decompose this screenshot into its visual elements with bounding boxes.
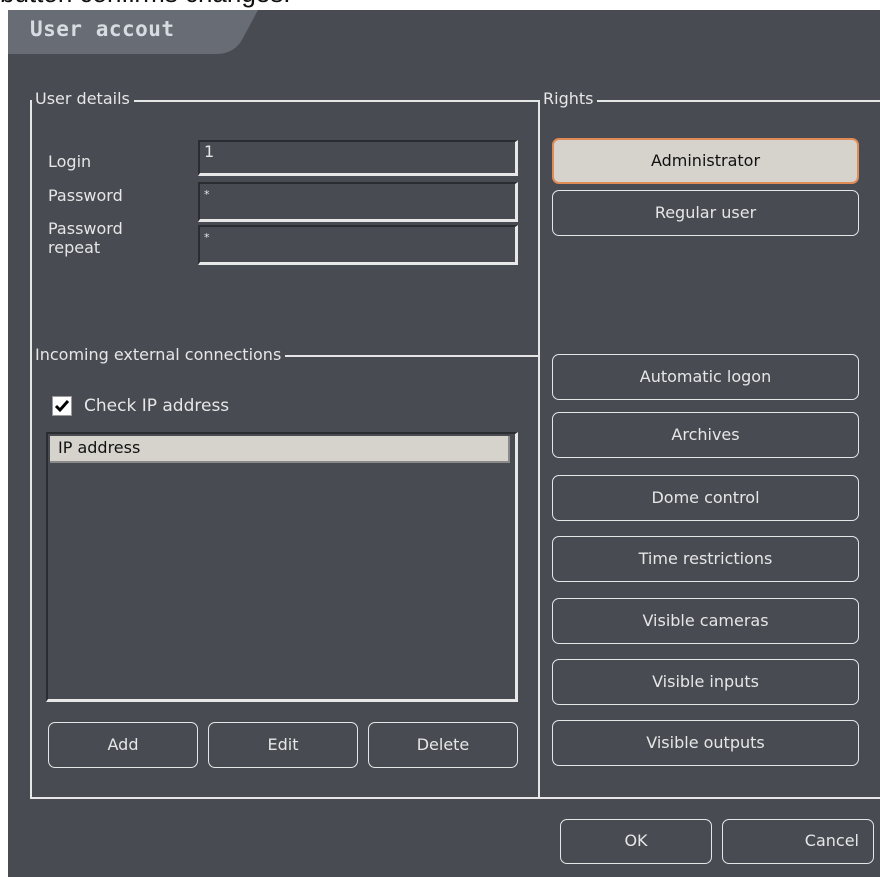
ip-address-column-header[interactable]: IP address xyxy=(50,436,510,463)
delete-button[interactable]: Delete xyxy=(368,722,518,768)
login-label: Login xyxy=(48,152,92,171)
edit-button[interactable]: Edit xyxy=(208,722,358,768)
login-field[interactable]: 1 xyxy=(198,140,518,176)
dialog-title: User accout xyxy=(30,17,175,41)
administrator-button[interactable]: Administrator xyxy=(552,138,859,184)
check-ip-checkbox[interactable] xyxy=(52,396,72,416)
password-repeat-label-line2: repeat xyxy=(48,238,101,257)
password-repeat-label: Password repeat xyxy=(48,219,123,257)
ok-button[interactable]: OK xyxy=(560,819,712,864)
dome-control-button[interactable]: Dome control xyxy=(552,475,859,521)
password-repeat-field[interactable]: * xyxy=(198,225,518,265)
visible-cameras-button[interactable]: Visible cameras xyxy=(552,598,859,644)
regular-user-button[interactable]: Regular user xyxy=(552,190,859,236)
automatic-logon-button[interactable]: Automatic logon xyxy=(552,354,859,400)
time-restrictions-button[interactable]: Time restrictions xyxy=(552,536,859,582)
visible-inputs-button[interactable]: Visible inputs xyxy=(552,659,859,705)
password-repeat-label-line1: Password xyxy=(48,219,123,238)
add-button[interactable]: Add xyxy=(48,722,198,768)
check-ip-label[interactable]: Check IP address xyxy=(84,397,229,416)
password-label: Password xyxy=(48,186,123,205)
ip-address-list[interactable]: IP address xyxy=(46,432,518,702)
password-field[interactable]: * xyxy=(198,182,518,222)
archives-button[interactable]: Archives xyxy=(552,412,859,458)
cancel-button[interactable]: Cancel xyxy=(722,819,874,864)
user-details-legend: User details xyxy=(32,90,134,108)
page-caption: button confirms changes. xyxy=(0,0,291,9)
incoming-connections-legend: Incoming external connections xyxy=(32,346,286,364)
visible-outputs-button[interactable]: Visible outputs xyxy=(552,720,859,766)
checkmark-icon xyxy=(54,400,70,413)
rights-legend: Rights xyxy=(540,90,598,108)
